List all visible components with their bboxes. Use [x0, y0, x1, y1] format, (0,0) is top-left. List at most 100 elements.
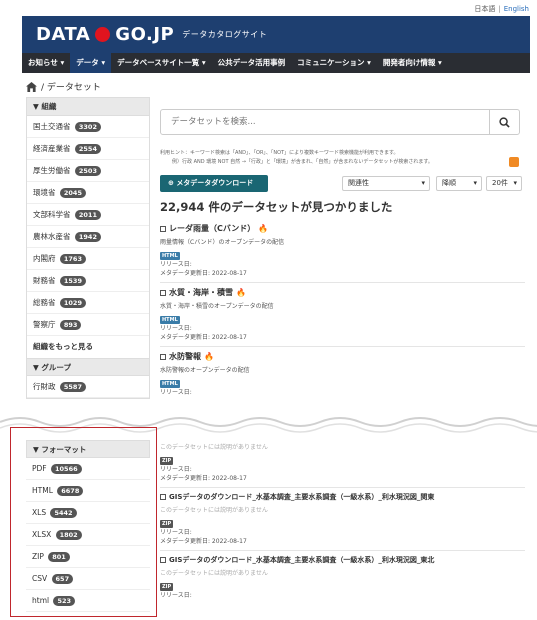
release-date: リリース日: [160, 529, 192, 536]
breadcrumb: / データセット [26, 80, 101, 93]
count-badge: 1029 [59, 298, 86, 308]
facet-item[interactable]: 経済産業省 2554 [27, 138, 149, 160]
dataset-list: レーダ雨量（Cバンド） 🔥 雨量情報（Cバンド）のオープンデータの配信 HTML … [160, 219, 525, 401]
nav-use-cases[interactable]: 公共データ活用事例 [212, 53, 292, 73]
format-highlight-box [10, 427, 157, 617]
dataset-no-description: このデータセットには説明がありません [160, 570, 268, 577]
nav-database-sites[interactable]: データベースサイト一覧 ▾ [111, 53, 212, 73]
main-nav: お知らせ ▾ データ ▾ データベースサイト一覧 ▾ 公共データ活用事例 コミュ… [22, 53, 530, 73]
breadcrumb-current: / データセット [41, 83, 101, 93]
facet-item[interactable]: 総務省 1029 [27, 292, 149, 314]
download-icon: ⊕ [168, 179, 174, 187]
dataset-item: このデータセットには説明がありません ZIP リリース日: メタデータ更新日: … [160, 435, 525, 488]
facet-item[interactable]: 環境省 2045 [27, 182, 149, 204]
home-icon[interactable] [26, 81, 37, 92]
format-label[interactable]: HTML [160, 316, 180, 324]
facet-item[interactable]: 文部科学省 2011 [27, 204, 149, 226]
release-date: リリース日: [160, 325, 192, 332]
metadata-updated: メタデータ更新日: 2022-08-17 [160, 270, 247, 277]
result-count: 22,944 件のデータセットが見つかりました [160, 200, 393, 214]
dataset-checkbox[interactable] [160, 225, 166, 232]
logo-dot-icon [95, 27, 111, 42]
count-badge: 2011 [74, 210, 101, 220]
facet-heading-group: ▼ グループ [27, 358, 149, 376]
metadata-updated: メタデータ更新日: 2022-08-17 [160, 475, 247, 482]
format-label[interactable]: ZIP [160, 583, 174, 591]
dataset-title[interactable]: 水防警報 [169, 351, 201, 362]
metadata-updated: メタデータ更新日: 2022-08-17 [160, 334, 247, 341]
facet-item[interactable]: 行財政 5587 [27, 376, 149, 398]
per-page-select[interactable]: 20件 ▾ [486, 176, 522, 191]
site-header: DATA GO.JP データカタログサイト [22, 16, 530, 53]
nav-developers[interactable]: 開発者向け情報 ▾ [377, 53, 448, 73]
sort-order-select[interactable]: 関連性 ▾ [342, 176, 430, 191]
dataset-item: GISデータのダウンロード_水基本調査_主要水系調査（一級水系）_利水現況図_東… [160, 551, 525, 604]
facet-item[interactable]: 農林水産省 1942 [27, 226, 149, 248]
lang-english-link[interactable]: English [504, 5, 529, 13]
filter-icon: ▼ [33, 363, 39, 372]
search-hint: 利用ヒント：キーワード検索は「AND」、「OR」、「NOT」により複数キーワード… [160, 150, 433, 165]
count-badge: 893 [59, 320, 82, 330]
dataset-item: レーダ雨量（Cバンド） 🔥 雨量情報（Cバンド）のオープンデータの配信 HTML … [160, 219, 525, 283]
facet-item[interactable]: 内閣府 1763 [27, 248, 149, 270]
count-badge: 2554 [74, 144, 101, 154]
format-label[interactable]: HTML [160, 380, 180, 388]
dataset-checkbox[interactable] [160, 353, 166, 360]
popular-icon: 🔥 [258, 224, 269, 233]
count-badge: 3302 [74, 122, 101, 132]
nav-communication[interactable]: コミュニケーション ▾ [291, 53, 377, 73]
dataset-title[interactable]: GISデータのダウンロード_水基本調査_主要水系調査（一級水系）_利水現況図_東… [169, 555, 434, 565]
count-badge: 1539 [59, 276, 86, 286]
popular-icon: 🔥 [204, 352, 214, 361]
format-label[interactable]: HTML [160, 252, 180, 260]
release-date: リリース日: [160, 466, 192, 473]
facet-item[interactable]: 厚生労働省 2503 [27, 160, 149, 182]
dataset-checkbox[interactable] [160, 557, 166, 563]
release-date: リリース日: [160, 592, 192, 599]
dataset-no-description: このデータセットには説明がありません [160, 444, 268, 451]
facet-sidebar: ▼ 組織 国土交通省 3302 経済産業省 2554 厚生労働省 2503 環境… [26, 97, 150, 399]
facet-item[interactable]: 財務省 1539 [27, 270, 149, 292]
dataset-item: GISデータのダウンロード_水基本調査_主要水系調査（一級水系）_利水現況図_関… [160, 488, 525, 551]
count-badge: 1942 [74, 232, 101, 242]
search-icon [499, 116, 510, 128]
filter-icon: ▼ [33, 102, 39, 111]
count-badge: 1763 [59, 254, 86, 264]
count-badge: 2503 [74, 166, 101, 176]
search-input[interactable] [161, 110, 481, 134]
dataset-item: 水防警報 🔥 水防警報のオープンデータの配信 HTML リリース日: [160, 347, 525, 401]
facet-heading-organization: ▼ 組織 [27, 98, 149, 116]
dataset-description: 雨量情報（Cバンド）のオープンデータの配信 [160, 239, 285, 246]
nav-data[interactable]: データ ▾ [70, 53, 112, 73]
dataset-checkbox[interactable] [160, 494, 166, 500]
dataset-title[interactable]: GISデータのダウンロード_水基本調査_主要水系調査（一級水系）_利水現況図_関… [169, 492, 434, 502]
dataset-title[interactable]: レーダ雨量（Cバンド） [169, 223, 255, 234]
sort-direction-select[interactable]: 降順 ▾ [436, 176, 482, 191]
release-date: リリース日: [160, 261, 192, 268]
language-switcher: 日本語 | English [474, 5, 529, 13]
count-badge: 5587 [59, 382, 86, 392]
rss-icon[interactable] [509, 157, 519, 167]
dataset-title[interactable]: 水質・海岸・積雪 [169, 287, 233, 298]
release-date: リリース日: [160, 389, 192, 396]
dataset-no-description: このデータセットには説明がありません [160, 507, 268, 514]
search-button[interactable] [489, 110, 519, 134]
facet-item[interactable]: 警察庁 893 [27, 314, 149, 336]
site-logo[interactable]: DATA GO.JP データカタログサイト [36, 24, 267, 45]
format-label[interactable]: ZIP [160, 457, 174, 465]
dataset-list-continued: このデータセットには説明がありません ZIP リリース日: メタデータ更新日: … [160, 435, 525, 604]
dataset-checkbox[interactable] [160, 289, 166, 296]
dataset-description: 水質・海岸・積雪のオープンデータの配信 [160, 303, 274, 310]
lang-japanese-link[interactable]: 日本語 [474, 5, 495, 13]
metadata-updated: メタデータ更新日: 2022-08-17 [160, 538, 247, 545]
nav-news[interactable]: お知らせ ▾ [22, 53, 70, 73]
dataset-item: 水質・海岸・積雪 🔥 水質・海岸・積雪のオープンデータの配信 HTML リリース日… [160, 283, 525, 347]
format-label[interactable]: ZIP [160, 520, 174, 528]
facet-item[interactable]: 国土交通省 3302 [27, 116, 149, 138]
site-subtitle: データカタログサイト [182, 30, 268, 39]
popular-icon: 🔥 [236, 288, 246, 297]
show-more-orgs-link[interactable]: 組織をもっと見る [27, 336, 149, 358]
count-badge: 2045 [59, 188, 86, 198]
dataset-description: 水防警報のオープンデータの配信 [160, 367, 250, 374]
metadata-download-button[interactable]: ⊕ メタデータダウンロード [160, 175, 268, 192]
